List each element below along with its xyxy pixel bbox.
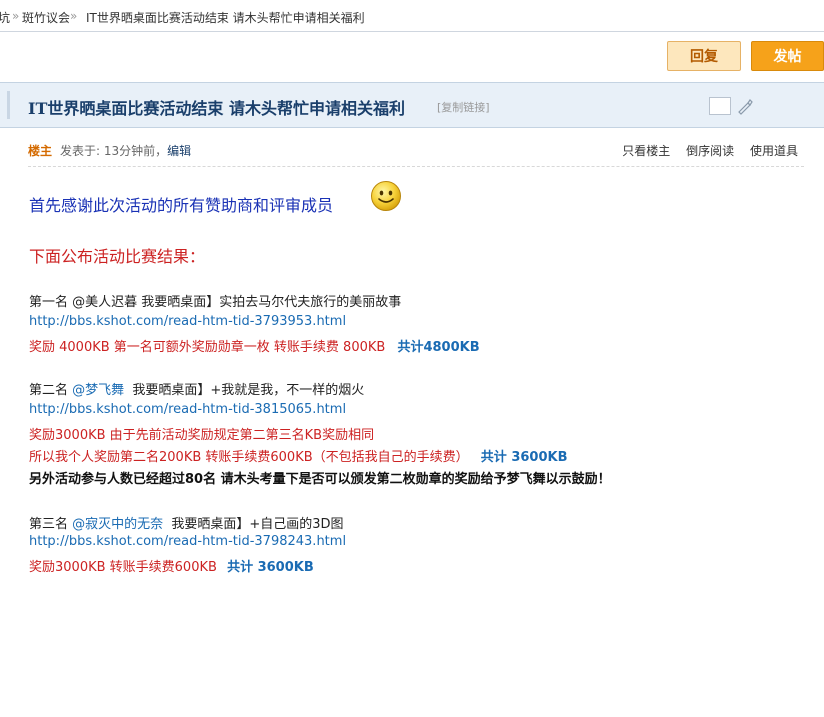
second-note: 另外活动参与人数已经超过80名 请木头考量下是否可以颁发第二枚勋章的奖励给予梦飞… [29,472,611,487]
third-place-url[interactable]: http://bbs.kshot.com/read-htm-tid-379824… [29,534,346,549]
thread-title-bar: IT世界晒桌面比赛活动结束 请木头帮忙申请相关福利 [复制链接] [0,82,824,128]
breadcrumb-forum-link[interactable]: 斑竹议会 [22,9,70,26]
new-post-button[interactable]: 发帖 [751,41,824,71]
second-place-line: 第二名 @梦飞舞 我要晒桌面】+我就是我，不一样的烟火 [29,379,364,398]
thread-title: IT世界晒桌面比赛活动结束 请木头帮忙申请相关福利 [28,99,405,118]
third-total: 共计 3600KB [227,560,314,575]
second-reward-text: 所以我个人奖励第二名200KB 转账手续费600KB（不包括我自己的手续费） [29,450,469,465]
second-total: 共计 3600KB [480,450,568,465]
third-title: 我要晒桌面】+自己画的3D图 [171,517,344,532]
second-place-url[interactable]: http://bbs.kshot.com/read-htm-tid-381506… [29,402,346,417]
first-place-line: 第一名 @美人迟暮 我要晒桌面】实拍去马尔代夫旅行的美丽故事 [29,295,402,310]
edit-link[interactable]: 编辑 [167,144,191,158]
first-place-url[interactable]: http://bbs.kshot.com/read-htm-tid-379395… [29,314,346,329]
floor-label: 楼主 [28,144,53,158]
second-reward-1: 奖励3000KB 由于先前活动奖励规定第二第三名KB奖励相同 [29,428,375,443]
third-place-reward: 奖励3000KB 转账手续费600KB 共计 3600KB [29,556,314,575]
first-reward-text: 奖励 4000KB 第一名可额外奖励勋章一枚 转账手续费 800KB [29,340,386,355]
post-actions: 只看楼主 倒序阅读 使用道具 [610,142,798,159]
checkbox-icon[interactable] [709,97,731,115]
only-author-link[interactable]: 只看楼主 [622,144,670,158]
post-time: 发表于: 13分钟前，编辑 [60,142,191,159]
third-rank: 第三名 [29,517,69,532]
breadcrumb-separator: » [12,9,20,23]
use-tools-link[interactable]: 使用道具 [750,144,798,158]
breadcrumb-current-thread: IT世界晒桌面比赛活动结束 请木头帮忙申请相关福利 [86,11,365,25]
breadcrumb: 坑 » 斑竹议会 » IT世界晒桌面比赛活动结束 请木头帮忙申请相关福利 [0,0,824,32]
posted-time-text: 发表于: 13分钟前 [60,144,156,158]
third-place-line: 第三名 @寂灭中的无奈 我要晒桌面】+自己画的3D图 [29,513,344,532]
thanks-text: 首先感谢此次活动的所有赞助商和评审成员 [29,196,334,215]
third-reward-text: 奖励3000KB 转账手续费600KB [29,560,217,575]
second-title: 我要晒桌面】+我就是我，不一样的烟火 [132,383,365,398]
first-total: 共计4800KB [397,340,480,355]
pen-icon[interactable] [736,97,754,115]
title-accent-bar [7,91,10,119]
first-place-reward: 奖励 4000KB 第一名可额外奖励勋章一枚 转账手续费 800KB 共计480… [29,336,480,355]
breadcrumb-prefix[interactable]: 坑 [0,9,10,26]
announce-text: 下面公布活动比赛结果： [29,247,206,266]
breadcrumb-separator: » [70,9,78,23]
smiley-icon [371,181,401,211]
reply-button[interactable]: 回复 [667,41,741,71]
third-nick[interactable]: @寂灭中的无奈 [72,517,163,532]
second-rank: 第二名 [29,383,69,398]
action-toolbar: 回复 发帖 [0,32,824,82]
meta-separator: ， [155,144,168,158]
second-nick[interactable]: @梦飞舞 [72,383,124,398]
second-reward-2: 所以我个人奖励第二名200KB 转账手续费600KB（不包括我自己的手续费） 共… [29,446,568,465]
reverse-order-link[interactable]: 倒序阅读 [686,144,734,158]
copy-link-button[interactable]: [复制链接] [437,99,490,115]
post-meta-bar: 楼主 发表于: 13分钟前，编辑 只看楼主 倒序阅读 使用道具 [28,140,804,167]
